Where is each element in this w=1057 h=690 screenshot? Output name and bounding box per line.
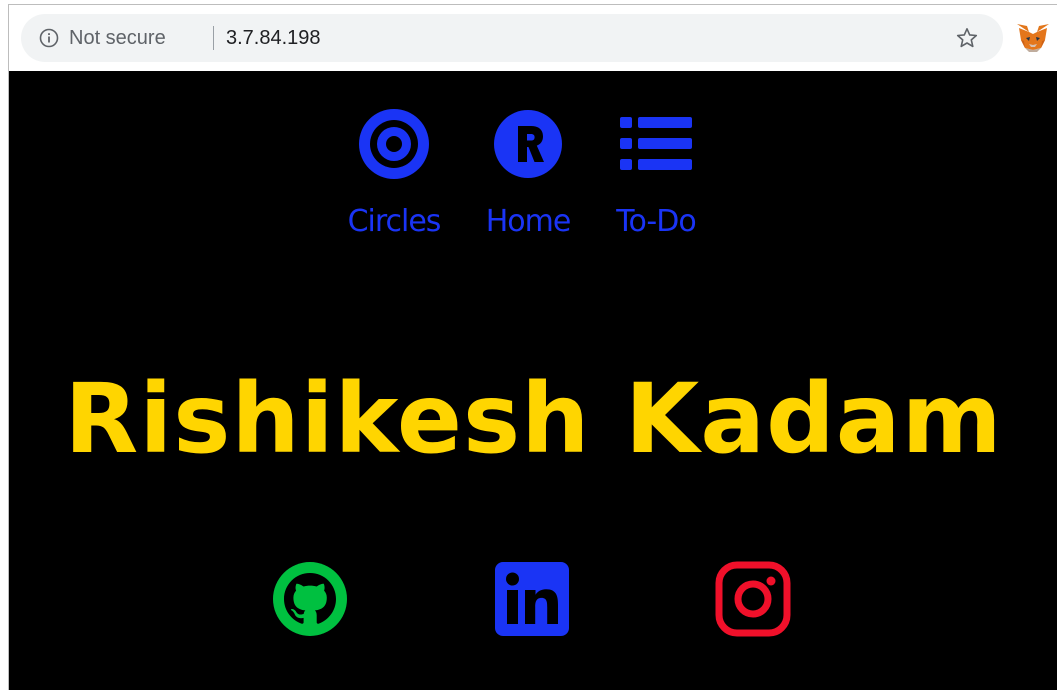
browser-window: Not secure 3.7.84.198 Circles Home To-Do… [8,4,1057,690]
info-icon[interactable] [39,28,59,48]
r-logo-icon [494,110,562,178]
page-title: Rishikesh Kadam [64,363,1003,475]
metamask-fox-icon[interactable] [1015,22,1051,54]
nav-item-home[interactable]: Home [473,109,583,239]
list-icon [620,117,692,170]
nav-label-home: Home [485,204,572,239]
instagram-icon[interactable] [715,561,791,637]
address-divider [213,26,214,50]
nav-label-circles: Circles [347,204,442,239]
url-text[interactable]: 3.7.84.198 [226,26,321,50]
target-circles-icon [359,109,429,179]
nav-item-todo[interactable]: To-Do [601,109,711,239]
browser-toolbar: Not secure 3.7.84.198 [9,5,1057,71]
address-bar[interactable]: Not secure 3.7.84.198 [21,14,1003,62]
nav-item-circles[interactable]: Circles [339,109,449,239]
security-status[interactable]: Not secure [69,26,166,50]
page-content: Circles Home To-Do Rishikesh Kadam [9,71,1057,690]
github-icon[interactable] [272,561,348,637]
star-icon[interactable] [955,26,979,50]
top-navigation: Circles Home To-Do [339,109,739,249]
linkedin-icon[interactable] [494,561,570,637]
nav-label-todo: To-Do [616,204,696,239]
